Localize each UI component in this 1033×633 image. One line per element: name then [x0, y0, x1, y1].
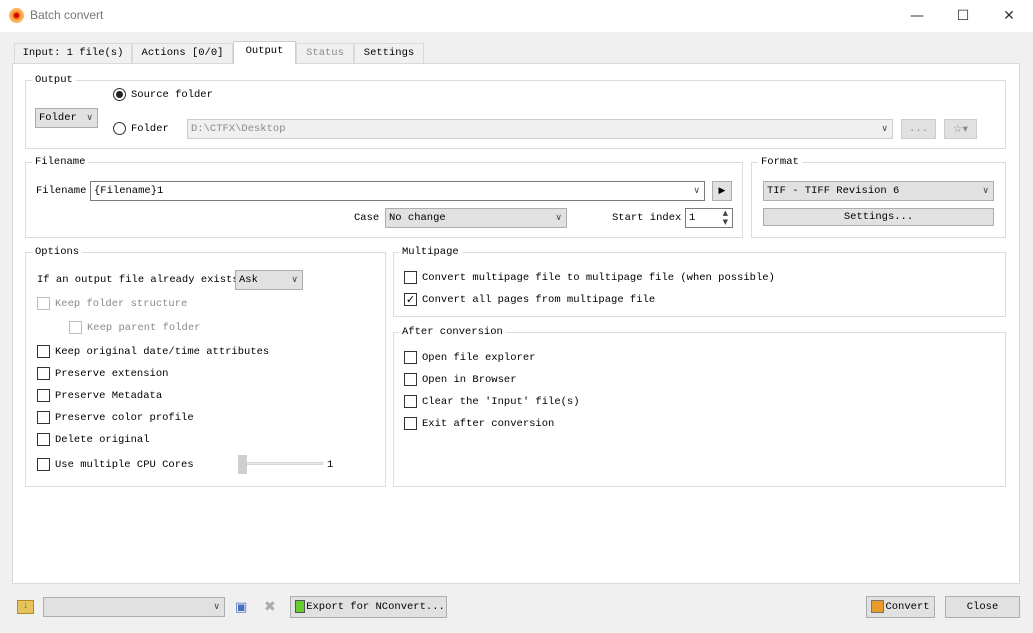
- maximize-button[interactable]: ☐: [943, 4, 983, 28]
- convert-label: Convert: [885, 601, 930, 613]
- checkbox[interactable]: [37, 458, 50, 471]
- checkbox-label: Open file explorer: [422, 352, 536, 364]
- output-mode-value: Folder: [39, 112, 77, 124]
- close-button[interactable]: Close: [945, 596, 1020, 618]
- multipage-group-label: Multipage: [399, 246, 462, 258]
- checkbox[interactable]: [69, 321, 82, 334]
- checkbox[interactable]: [37, 411, 50, 424]
- options-group-label: Options: [32, 246, 83, 258]
- tab-output[interactable]: Output: [233, 41, 296, 64]
- cpu-cores-slider-track[interactable]: [238, 462, 323, 465]
- convert-icon: [871, 600, 884, 613]
- folder-path-input[interactable]: D:\CTFX\Desktop ∨: [187, 119, 893, 139]
- checkbox[interactable]: [404, 351, 417, 364]
- convert-button[interactable]: Convert: [866, 596, 935, 618]
- export-nconvert-button[interactable]: Export for NConvert...: [290, 596, 447, 618]
- filename-group-label: Filename: [32, 156, 89, 168]
- checkbox-label: Preserve Metadata: [55, 390, 163, 402]
- spinner-arrows-icon[interactable]: ▲ ▼: [723, 209, 728, 227]
- save-icon[interactable]: ▣: [235, 600, 247, 615]
- chevron-down-icon: ∨: [555, 213, 562, 223]
- browse-button[interactable]: ...: [901, 119, 936, 139]
- start-index-label: Start index: [612, 212, 682, 224]
- preset-select[interactable]: ∨: [43, 597, 225, 617]
- checkbox[interactable]: ✓: [404, 293, 417, 306]
- tab-settings[interactable]: Settings: [354, 43, 424, 63]
- window-title: Batch convert: [30, 8, 104, 22]
- checkbox[interactable]: [37, 297, 50, 310]
- checkbox-label: Exit after conversion: [422, 418, 555, 430]
- tab-input[interactable]: Input: 1 file(s): [14, 43, 132, 63]
- folder-radio[interactable]: [113, 122, 126, 135]
- checkbox-label: Delete original: [55, 434, 150, 446]
- after-conversion-group-label: After conversion: [399, 326, 506, 338]
- file-exists-value: Ask: [239, 274, 258, 286]
- chevron-down-icon: ∨: [881, 124, 888, 134]
- checkbox[interactable]: [37, 345, 50, 358]
- export-label: Export for NConvert...: [306, 601, 445, 613]
- chevron-down-icon: ∨: [213, 602, 220, 612]
- checkbox-label: Convert multipage file to multipage file…: [422, 272, 775, 284]
- checkbox[interactable]: [37, 433, 50, 446]
- checkbox-label: Open in Browser: [422, 374, 517, 386]
- folder-label: Folder: [131, 123, 169, 135]
- checkbox[interactable]: [37, 367, 50, 380]
- checkbox-label: Keep folder structure: [55, 298, 188, 310]
- play-arrow-icon[interactable]: ▶: [712, 181, 732, 201]
- checkbox[interactable]: [404, 417, 417, 430]
- case-label: Case: [354, 212, 380, 224]
- format-group-label: Format: [758, 156, 802, 168]
- start-index-value: 1: [689, 212, 696, 224]
- checkbox[interactable]: [404, 373, 417, 386]
- file-exists-label: If an output file already exists: [37, 274, 239, 286]
- start-index-spinner[interactable]: 1 ▲ ▼: [685, 208, 733, 228]
- checkbox-label: Preserve color profile: [55, 412, 194, 424]
- output-group-label: Output: [32, 74, 76, 86]
- cpu-cores-slider-thumb[interactable]: [238, 455, 247, 474]
- tab-actions[interactable]: Actions [0/0]: [132, 43, 233, 63]
- open-folder-icon[interactable]: ↓: [17, 600, 34, 614]
- output-mode-select[interactable]: Folder ∨: [35, 108, 98, 128]
- chevron-down-icon: ∨: [86, 113, 93, 123]
- format-settings-button[interactable]: Settings...: [763, 208, 994, 226]
- source-folder-radio[interactable]: [113, 88, 126, 101]
- cpu-cores-value: 1: [327, 459, 334, 471]
- filename-input[interactable]: {Filename}1 ∨: [90, 181, 705, 201]
- export-icon: [295, 600, 305, 613]
- chevron-down-icon: ∨: [291, 275, 298, 285]
- checkbox[interactable]: [404, 395, 417, 408]
- multipage-group: [393, 252, 1006, 317]
- checkbox-label: Clear the 'Input' file(s): [422, 396, 580, 408]
- checkbox-label: Preserve extension: [55, 368, 169, 380]
- chevron-down-icon: ∨: [693, 186, 700, 196]
- checkbox-label: Keep original date/time attributes: [55, 346, 270, 358]
- case-value: No change: [389, 212, 446, 224]
- chevron-down-icon: ∨: [982, 186, 989, 196]
- filename-value: {Filename}1: [94, 185, 164, 197]
- favorites-star-icon[interactable]: ☆▾: [944, 119, 977, 139]
- checkbox-label: Keep parent folder: [87, 322, 201, 334]
- tab-status[interactable]: Status: [296, 43, 354, 63]
- close-window-button[interactable]: ✕: [989, 4, 1029, 28]
- filename-label: Filename: [36, 185, 87, 197]
- checkbox[interactable]: [37, 389, 50, 402]
- checkbox[interactable]: [404, 271, 417, 284]
- source-folder-label: Source folder: [131, 89, 213, 101]
- checkbox-label: Use multiple CPU Cores: [55, 459, 194, 471]
- app-logo-icon: [9, 8, 24, 23]
- format-select[interactable]: TIF - TIFF Revision 6 ∨: [763, 181, 994, 201]
- folder-path-value: D:\CTFX\Desktop: [191, 123, 286, 135]
- checkbox-label: Convert all pages from multipage file: [422, 294, 656, 306]
- case-select[interactable]: No change ∨: [385, 208, 567, 228]
- format-value: TIF - TIFF Revision 6: [767, 185, 900, 197]
- file-exists-select[interactable]: Ask ∨: [235, 270, 303, 290]
- minimize-button[interactable]: —: [897, 4, 937, 28]
- delete-icon[interactable]: ✖: [264, 599, 276, 615]
- title-bar: Batch convert — ☐ ✕: [0, 0, 1033, 32]
